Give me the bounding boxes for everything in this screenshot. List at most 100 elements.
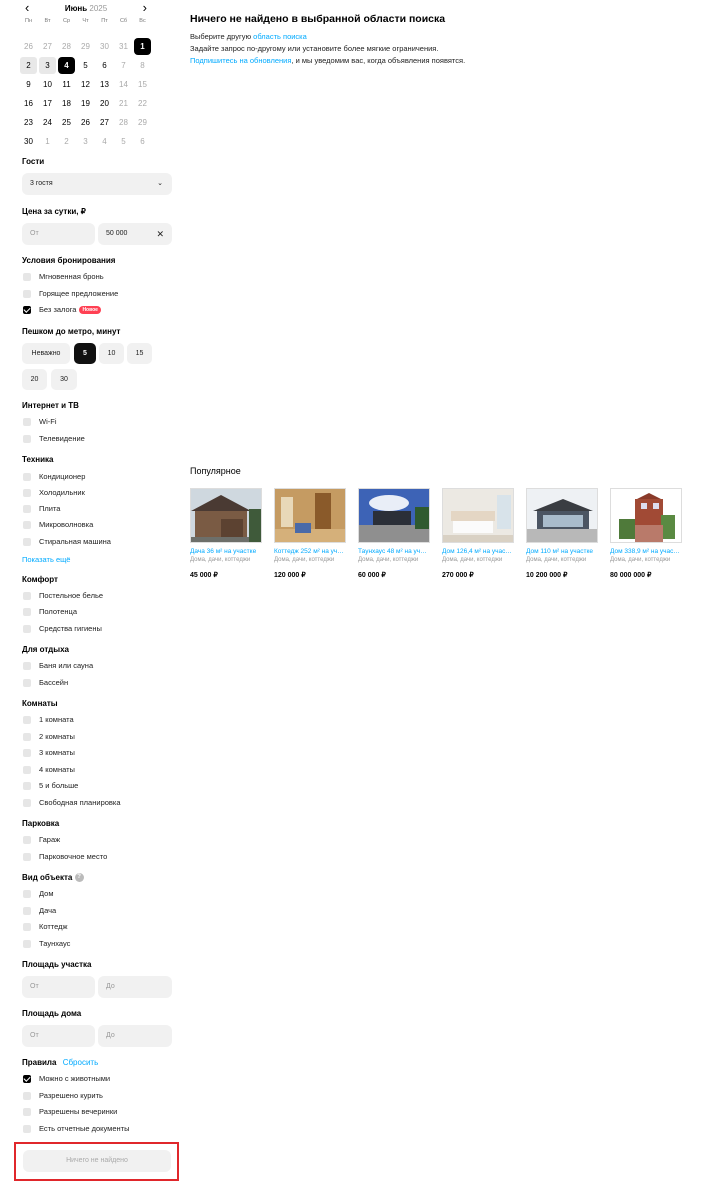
checkbox-box[interactable] xyxy=(23,1125,31,1133)
calendar-day[interactable]: 12 xyxy=(77,76,94,93)
submit-button[interactable]: Ничего не найдено xyxy=(23,1150,171,1172)
metro-option-any[interactable]: Неважно xyxy=(22,343,70,364)
checkbox-box[interactable] xyxy=(23,749,31,757)
checkbox-rooms-4[interactable]: 4 комнаты xyxy=(22,764,75,776)
listing-title[interactable]: Коттедж 252 м² на участке xyxy=(274,547,344,556)
checkbox-box[interactable] xyxy=(23,733,31,741)
checkbox-box[interactable] xyxy=(23,679,31,687)
checkbox-rooms-1[interactable]: 1 комната xyxy=(22,714,74,726)
checkbox-box[interactable] xyxy=(23,505,31,513)
checkbox-washer[interactable]: Стиральная машина xyxy=(22,536,111,548)
checkbox-box[interactable] xyxy=(23,625,31,633)
calendar-day[interactable]: 29 xyxy=(134,114,151,131)
calendar-day-checkout[interactable]: 4 xyxy=(58,57,75,74)
calendar-day[interactable]: 6 xyxy=(96,57,113,74)
calendar-day[interactable]: 2 xyxy=(58,133,75,150)
calendar-day[interactable]: 17 xyxy=(39,95,56,112)
price-from-input[interactable]: От xyxy=(22,223,95,245)
clear-icon[interactable]: ✕ xyxy=(156,223,164,245)
listing-title[interactable]: Дача 36 м² на участке xyxy=(190,547,260,556)
calendar-day[interactable]: 15 xyxy=(134,76,151,93)
calendar-day[interactable]: 16 xyxy=(20,95,37,112)
next-month-icon[interactable]: › xyxy=(143,1,147,14)
checkbox-box[interactable] xyxy=(23,782,31,790)
checkbox-no-deposit[interactable]: Без залога Новое xyxy=(22,304,101,316)
checkbox-parking-spot[interactable]: Парковочное место xyxy=(22,851,107,863)
calendar-day[interactable]: 10 xyxy=(39,76,56,93)
listing-title[interactable]: Дом 126,4 м² на участке xyxy=(442,547,512,556)
checkbox-box[interactable] xyxy=(23,907,31,915)
checkbox-box[interactable] xyxy=(23,473,31,481)
calendar-day[interactable]: 13 xyxy=(96,76,113,93)
checkbox-parties[interactable]: Разрешены вечеринки xyxy=(22,1106,117,1118)
calendar-day[interactable]: 28 xyxy=(58,38,75,55)
checkbox-box[interactable] xyxy=(23,890,31,898)
checkbox-box[interactable] xyxy=(23,521,31,529)
checkbox-box[interactable] xyxy=(23,538,31,546)
checkbox-box-checked[interactable] xyxy=(23,306,31,314)
checkbox-pool[interactable]: Бассейн xyxy=(22,677,68,689)
calendar-day[interactable]: 23 xyxy=(20,114,37,131)
checkbox-box[interactable] xyxy=(23,923,31,931)
metro-option-20[interactable]: 20 xyxy=(22,369,47,390)
checkbox-rooms-2[interactable]: 2 комнаты xyxy=(22,731,75,743)
calendar-day[interactable]: 27 xyxy=(96,114,113,131)
checkbox-box[interactable] xyxy=(23,716,31,724)
calendar-day[interactable]: 5 xyxy=(115,133,132,150)
checkbox-smoking[interactable]: Разрешено курить xyxy=(22,1090,103,1102)
calendar-day[interactable]: 19 xyxy=(77,95,94,112)
listing-card[interactable]: Коттедж 252 м² на участке Дома, дачи, ко… xyxy=(274,488,348,580)
listing-card[interactable]: Дом 126,4 м² на участке Дома, дачи, котт… xyxy=(442,488,516,580)
checkbox-box[interactable] xyxy=(23,489,31,497)
checkbox-cottage[interactable]: Коттедж xyxy=(22,921,68,933)
checkbox-box-checked[interactable] xyxy=(23,1075,31,1083)
checkbox-box[interactable] xyxy=(23,836,31,844)
price-to-input[interactable]: 50 000 ✕ xyxy=(98,223,172,245)
calendar-day[interactable]: 26 xyxy=(77,114,94,131)
listing-card[interactable]: Дом 110 м² на участке Дома, дачи, коттед… xyxy=(526,488,600,580)
checkbox-box[interactable] xyxy=(23,662,31,670)
plot-area-to-input[interactable]: До xyxy=(98,976,172,998)
plot-area-from-input[interactable]: От xyxy=(22,976,95,998)
checkbox-box[interactable] xyxy=(23,273,31,281)
calendar-day[interactable]: 31 xyxy=(115,38,132,55)
calendar-day[interactable]: 11 xyxy=(58,76,75,93)
checkbox-box[interactable] xyxy=(23,853,31,861)
checkbox-box[interactable] xyxy=(23,290,31,298)
subscribe-link[interactable]: Подпишитесь на обновления xyxy=(190,56,291,65)
checkbox-box[interactable] xyxy=(23,435,31,443)
listing-card[interactable]: Дача 36 м² на участке Дома, дачи, коттед… xyxy=(190,488,264,580)
checkbox-rooms-3[interactable]: 3 комнаты xyxy=(22,747,75,759)
listing-title[interactable]: Дом 110 м² на участке xyxy=(526,547,596,556)
show-more-link[interactable]: Показать ещё xyxy=(22,555,70,564)
reset-link[interactable]: Сбросить xyxy=(63,1058,99,1067)
calendar-day[interactable]: 21 xyxy=(115,95,132,112)
checkbox-house[interactable]: Дом xyxy=(22,888,54,900)
checkbox-open-plan[interactable]: Свободная планировка xyxy=(22,797,121,809)
house-area-from-input[interactable]: От xyxy=(22,1025,95,1047)
checkbox-garage[interactable]: Гараж xyxy=(22,834,60,846)
help-icon[interactable]: ? xyxy=(74,873,84,883)
search-area-link[interactable]: область поиска xyxy=(253,32,307,41)
listing-photo[interactable] xyxy=(190,488,262,543)
calendar-day[interactable]: 22 xyxy=(134,95,151,112)
calendar-day[interactable]: 18 xyxy=(58,95,75,112)
calendar-day[interactable]: 4 xyxy=(96,133,113,150)
checkbox-tv[interactable]: Телевидение xyxy=(22,433,85,445)
calendar-day[interactable]: 14 xyxy=(115,76,132,93)
listing-card[interactable]: Дом 338,9 м² на участке Дома, дачи, котт… xyxy=(610,488,684,580)
checkbox-box[interactable] xyxy=(23,766,31,774)
checkbox-townhouse[interactable]: Таунхаус xyxy=(22,938,70,950)
metro-option-30[interactable]: 30 xyxy=(51,369,77,390)
calendar-day[interactable]: 8 xyxy=(134,57,151,74)
house-area-to-input[interactable]: До xyxy=(98,1025,172,1047)
checkbox-box[interactable] xyxy=(23,1092,31,1100)
checkbox-box[interactable] xyxy=(23,940,31,948)
checkbox-box[interactable] xyxy=(23,608,31,616)
checkbox-pets[interactable]: Можно с животными xyxy=(22,1073,110,1085)
checkbox-box[interactable] xyxy=(23,799,31,807)
calendar-day[interactable]: 24 xyxy=(39,114,56,131)
checkbox-documents[interactable]: Есть отчетные документы xyxy=(22,1123,129,1135)
calendar-day[interactable]: 26 xyxy=(20,38,37,55)
calendar-day[interactable]: 30 xyxy=(96,38,113,55)
